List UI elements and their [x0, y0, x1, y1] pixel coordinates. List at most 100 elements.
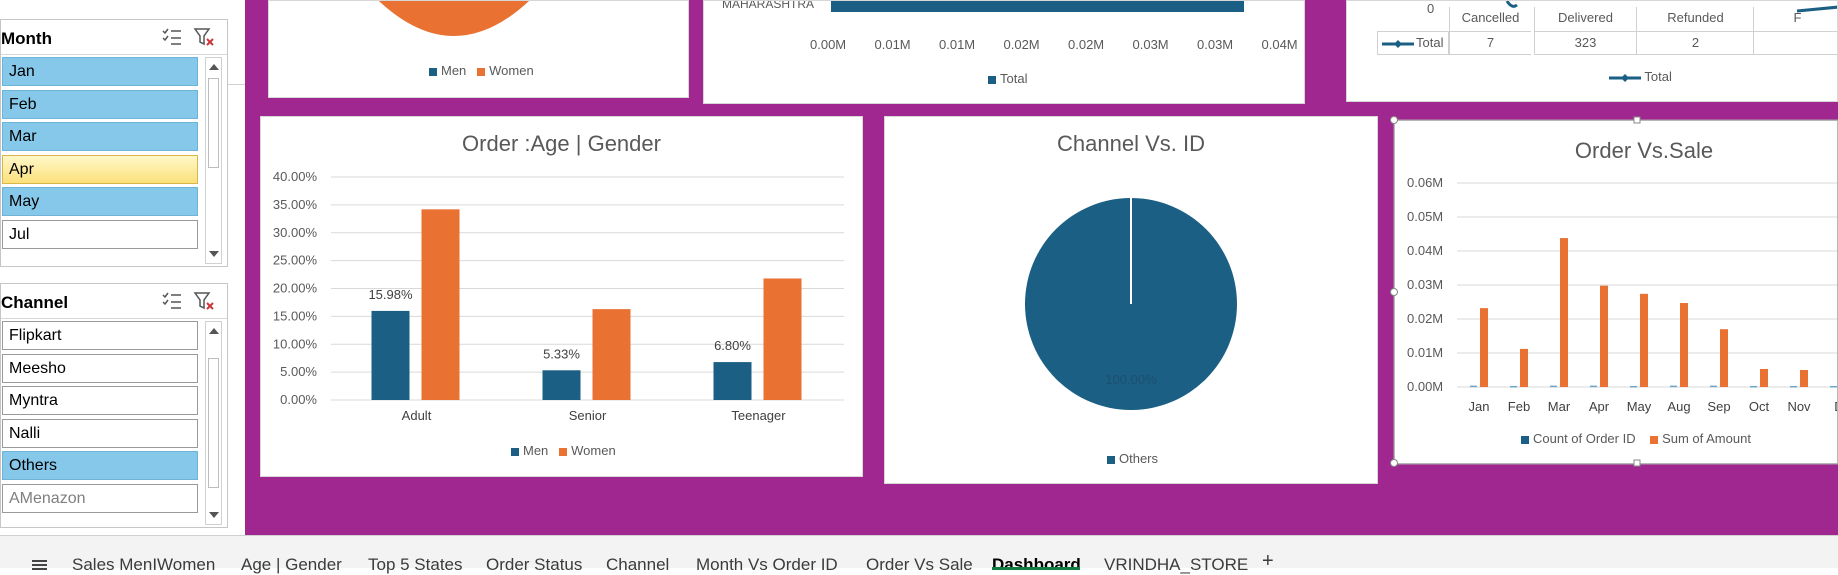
- y-tick-label: 0.03M: [1407, 277, 1443, 292]
- status-cell: 7: [1449, 31, 1531, 55]
- legend-men: Men: [523, 443, 549, 458]
- channel-item[interactable]: Flipkart: [2, 321, 198, 350]
- y-tick-label: 0.01M: [1407, 345, 1443, 360]
- bar-men: [713, 362, 752, 400]
- top-states-chart[interactable]: MAHARASHTRA 0.00M 0.01M 0.01M 0.02M 0.02M 0.0…: [703, 0, 1305, 104]
- y-tick-label: 0.05M: [1407, 209, 1443, 224]
- bar-sum: [1800, 370, 1808, 387]
- status-row-header: Total: [1377, 31, 1449, 55]
- x-tick-label: Senior: [569, 408, 607, 423]
- clear-filter-icon[interactable]: [193, 27, 215, 47]
- month-item[interactable]: May: [2, 187, 198, 216]
- order-sale-chart[interactable]: Order Vs.Sale 0.00M 0.01M 0.02M 0.03M 0.04M 0…: [1394, 120, 1838, 464]
- legend-sum-amount: Sum of Amount: [1662, 431, 1751, 446]
- sheet-tab[interactable]: Order Status: [486, 555, 582, 575]
- sheet-list-icon[interactable]: [32, 560, 47, 570]
- channel-item[interactable]: Others: [2, 451, 198, 480]
- age-gender-chart[interactable]: Order :Age | Gender 0.00% 5.00% 10.00% 15.0…: [260, 116, 863, 477]
- bar-men: [542, 370, 581, 400]
- month-slicer-title: Month: [1, 29, 52, 48]
- month-item[interactable]: Feb: [2, 89, 198, 119]
- y-tick-label: 10.00%: [273, 336, 318, 351]
- sheet-tab-bar: Sales MenIWomen Age | Gender Top 5 States O…: [0, 535, 1838, 574]
- order-status-chart[interactable]: 0 Cancelled 7 Delivered 323 Refunded 2 F Total …: [1346, 0, 1838, 102]
- status-column-header: Cancelled: [1449, 7, 1531, 31]
- x-tick-label: May: [1627, 399, 1652, 414]
- y-tick-label: 0.00M: [1407, 379, 1443, 394]
- state-tick-label: 0.01M: [874, 37, 911, 52]
- x-tick-label: Sep: [1707, 399, 1730, 414]
- channel-item[interactable]: Meesho: [2, 353, 198, 383]
- sheet-tab[interactable]: Sales MenIWomen: [72, 555, 215, 575]
- legend-men: Men: [441, 63, 467, 78]
- channel-item[interactable]: Myntra: [2, 386, 198, 415]
- state-label: MAHARASHTRA: [722, 0, 815, 11]
- y-tick-label: 0.06M: [1407, 175, 1443, 190]
- order-sale-legend: Count of Order ID Sum of Amount: [1521, 431, 1751, 446]
- month-slicer-header: Month: [1, 20, 227, 55]
- add-sheet-button[interactable]: +: [1262, 550, 1274, 573]
- status-row-label: Total: [1416, 35, 1444, 50]
- clear-filter-icon[interactable]: [193, 291, 215, 311]
- state-tick-label: 0.01M: [939, 37, 976, 52]
- month-item[interactable]: Jan: [2, 57, 198, 86]
- legend-women: Women: [489, 63, 534, 78]
- channel-slicer-scrollbar[interactable]: [205, 321, 222, 525]
- channel-item[interactable]: AMenazon: [2, 483, 198, 513]
- month-slicer[interactable]: Month Jan Feb Mar Apr May Jul: [0, 19, 228, 267]
- legend-count-order: Count of Order ID: [1533, 431, 1636, 446]
- y-tick-label: 20.00%: [273, 281, 318, 296]
- data-label: 6.80%: [714, 338, 751, 353]
- month-slicer-scrollbar[interactable]: [205, 57, 222, 264]
- channel-item[interactable]: Nalli: [2, 418, 198, 448]
- state-tick-label: 0.04M: [1261, 37, 1298, 52]
- sheet-tab[interactable]: VRINDHA_STORE: [1104, 555, 1248, 575]
- month-item[interactable]: Mar: [2, 122, 198, 151]
- bar-count: [1750, 385, 1757, 388]
- bar-sum: [1760, 368, 1768, 387]
- bar-women: [592, 309, 631, 400]
- month-item[interactable]: Apr: [2, 154, 198, 184]
- y-tick-label: 35.00%: [273, 197, 318, 212]
- age-gender-legend: Men Women: [511, 443, 616, 458]
- y-tick-label: 0.02M: [1407, 311, 1443, 326]
- bar-women: [763, 278, 802, 400]
- bar-men: [371, 310, 410, 400]
- bar-count: [1630, 385, 1637, 388]
- channel-slicer[interactable]: Channel Flipkart Meesho Myntra Nalli Others A…: [0, 283, 228, 528]
- bar-count: [1550, 385, 1557, 388]
- bar-sum: [1560, 238, 1568, 387]
- gender-pie-slice: [379, 1, 529, 36]
- sheet-tab[interactable]: Channel: [606, 555, 669, 575]
- channel-slicer-title: Channel: [1, 293, 69, 312]
- sheet-tab[interactable]: Month Vs Order ID: [696, 555, 838, 575]
- sales-gender-chart[interactable]: Men Women: [268, 0, 689, 98]
- gender-legend: Men Women: [429, 63, 534, 78]
- y-tick-label: 40.00%: [273, 169, 318, 184]
- x-tick-label: Teenager: [731, 408, 786, 423]
- y-tick-label: 5.00%: [280, 364, 317, 379]
- month-item[interactable]: Jul: [2, 219, 198, 249]
- bar-sum: [1480, 308, 1488, 387]
- channel-legend: Others: [1107, 451, 1158, 466]
- y-tick-label: 30.00%: [273, 225, 318, 240]
- multi-select-icon[interactable]: [161, 27, 183, 47]
- channel-slicer-header: Channel: [1, 284, 227, 319]
- pie-data-label: 100.00%: [1105, 372, 1157, 387]
- bar-count: [1710, 385, 1717, 388]
- status-legend-label: Total: [1644, 69, 1672, 84]
- x-tick-label: Aug: [1667, 399, 1690, 414]
- channel-id-chart[interactable]: Channel Vs. ID 100.00% Others: [884, 116, 1378, 484]
- x-tick-label: Apr: [1589, 399, 1610, 414]
- states-legend-label: Total: [1000, 71, 1028, 86]
- x-tick-label: Adult: [402, 408, 432, 423]
- bar-sum: [1680, 303, 1688, 387]
- sheet-tab[interactable]: Order Vs Sale: [866, 555, 973, 575]
- status-cell: [1753, 31, 1837, 55]
- data-label: 15.98%: [368, 287, 413, 302]
- multi-select-icon[interactable]: [161, 291, 183, 311]
- sheet-tab[interactable]: Age | Gender: [241, 555, 342, 575]
- sheet-tab[interactable]: Top 5 States: [368, 555, 463, 575]
- sheet-tab[interactable]: Dashboard: [992, 555, 1081, 575]
- y-tick-label: 0.04M: [1407, 243, 1443, 258]
